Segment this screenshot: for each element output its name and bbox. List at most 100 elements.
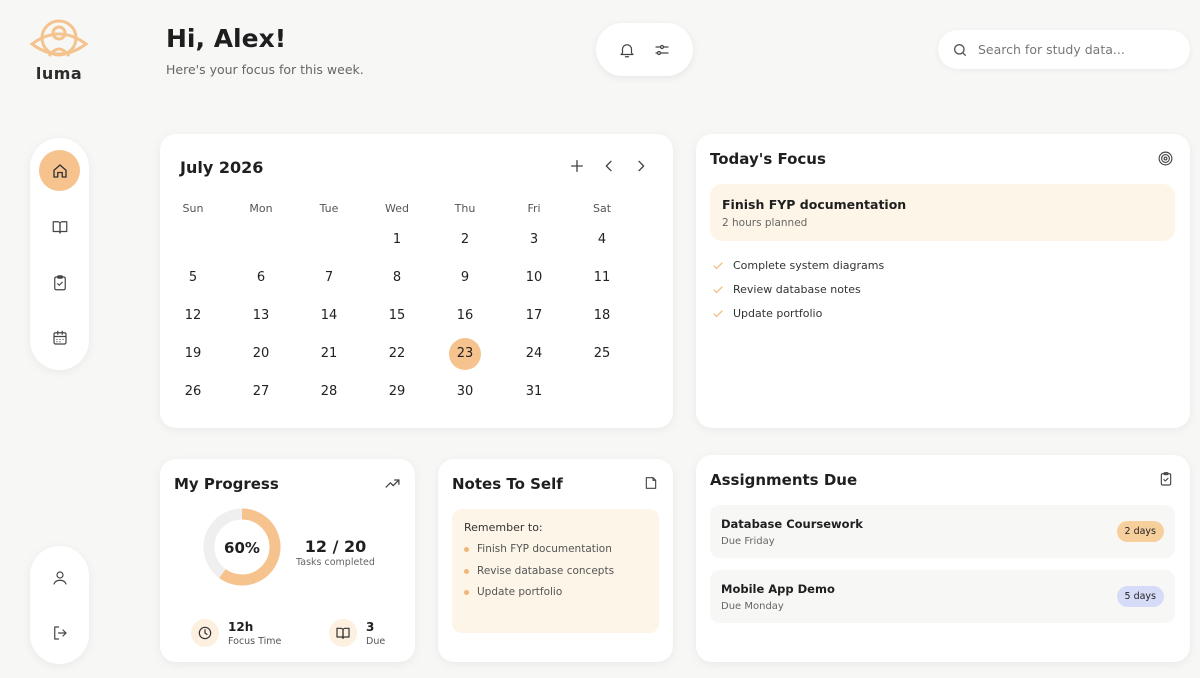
assignment-due: Due Friday — [721, 536, 775, 547]
calendar-day[interactable]: 31 — [518, 376, 550, 408]
calendar-day[interactable]: 30 — [449, 376, 481, 408]
chevron-right-icon[interactable] — [633, 158, 649, 174]
tasks-count: 12 / 20 — [304, 537, 367, 556]
clock-icon — [191, 619, 219, 647]
due-count-value: 3 — [366, 620, 375, 634]
calendar-day[interactable]: 28 — [313, 376, 345, 408]
notes-content[interactable]: Remember to: Finish FYP documentation Re… — [452, 509, 659, 633]
assignments-title: Assignments Due — [710, 471, 858, 489]
calendar-day[interactable]: 22 — [381, 338, 413, 370]
calendar-day[interactable]: 19 — [177, 338, 209, 370]
assignment-row[interactable]: Mobile App Demo Due Monday 5 days — [710, 570, 1175, 623]
calendar-day[interactable]: 5 — [177, 262, 209, 294]
calendar-day[interactable]: 16 — [449, 300, 481, 332]
progress-percent: 60% — [224, 539, 260, 557]
focus-item-label: Update portfolio — [733, 307, 823, 320]
focus-item[interactable]: Update portfolio — [712, 307, 822, 320]
calendar-day[interactable]: 1 — [381, 224, 413, 256]
calendar-day[interactable]: 10 — [518, 262, 550, 294]
weekday-label: Fri — [527, 202, 541, 215]
note-icon[interactable] — [643, 475, 659, 491]
check-icon — [713, 309, 723, 317]
logo: luma — [28, 18, 90, 83]
calendar-day[interactable]: 2 — [449, 224, 481, 256]
calendar-day-selected[interactable]: 23 — [449, 338, 481, 370]
focus-item-label: Review database notes — [733, 283, 861, 296]
sidebar-nav — [30, 138, 89, 370]
book-open-icon — [329, 619, 357, 647]
calendar-day[interactable]: 20 — [245, 338, 277, 370]
note-item: Finish FYP documentation — [464, 543, 612, 555]
tasks-count-label: Tasks completed — [296, 557, 375, 568]
plus-icon[interactable] — [569, 158, 585, 174]
nav-logout[interactable] — [39, 612, 80, 653]
calendar-day[interactable]: 14 — [313, 300, 345, 332]
calendar-day[interactable]: 11 — [586, 262, 618, 294]
calendar-day[interactable]: 13 — [245, 300, 277, 332]
calendar-day[interactable]: 26 — [177, 376, 209, 408]
notes-title: Notes To Self — [452, 475, 563, 493]
focus-main-task-title: Finish FYP documentation — [722, 197, 907, 212]
focus-item[interactable]: Complete system diagrams — [712, 259, 884, 272]
weekday-label: Tue — [319, 202, 339, 215]
check-icon — [713, 285, 723, 293]
bullet-dot-icon — [464, 546, 469, 552]
calendar-day[interactable]: 18 — [586, 300, 618, 332]
filter-sliders-icon[interactable] — [653, 41, 671, 59]
calendar-day[interactable]: 3 — [518, 224, 550, 256]
nav-profile[interactable] — [39, 557, 80, 598]
search-input[interactable]: Search for study data... — [938, 30, 1190, 69]
search-icon — [952, 42, 968, 58]
nav-tasks[interactable] — [39, 262, 80, 303]
calendar-day[interactable]: 25 — [586, 338, 618, 370]
calendar-icon — [52, 330, 67, 345]
chevron-left-icon[interactable] — [601, 158, 617, 174]
progress-title: My Progress — [174, 475, 279, 493]
nav-courses[interactable] — [39, 206, 80, 247]
calendar-day[interactable]: 4 — [586, 224, 618, 256]
trending-up-icon — [384, 475, 401, 492]
page-subtitle: Here's your focus for this week. — [166, 62, 364, 77]
bullet-dot-icon — [464, 568, 469, 574]
bullet-dot-icon — [464, 589, 469, 595]
weekday-label: Sun — [182, 202, 204, 215]
page-title: Hi, Alex! — [166, 24, 287, 53]
note-item-label: Revise database concepts — [477, 565, 615, 577]
calendar-day[interactable]: 17 — [518, 300, 550, 332]
calendar-day[interactable]: 15 — [381, 300, 413, 332]
nav-home[interactable] — [39, 150, 80, 191]
brand-name: luma — [35, 64, 83, 83]
calendar-day[interactable]: 7 — [313, 262, 345, 294]
home-icon — [52, 163, 67, 178]
days-left-badge: 5 days — [1116, 586, 1164, 607]
luma-logo-icon — [29, 19, 89, 57]
calendar-card: July 2026 Sun Mon Tue Wed Thu Fri Sat 1 2 3 4 5 6 7 8 9… — [160, 134, 673, 428]
bell-icon[interactable] — [618, 41, 636, 59]
sidebar-account — [30, 546, 89, 664]
calendar-day[interactable]: 12 — [177, 300, 209, 332]
assignment-name: Database Coursework — [721, 517, 863, 531]
weekday-label: Sat — [592, 202, 612, 215]
calendar-day[interactable]: 8 — [381, 262, 413, 294]
assignment-row[interactable]: Database Coursework Due Friday 2 days — [710, 505, 1175, 558]
calendar-day[interactable]: 24 — [518, 338, 550, 370]
notes-card: Notes To Self Remember to: Finish FYP do… — [438, 459, 673, 662]
note-item-label: Update portfolio — [477, 586, 563, 598]
focus-title: Today's Focus — [710, 150, 826, 168]
nav-calendar[interactable] — [39, 317, 80, 358]
calendar-day[interactable]: 29 — [381, 376, 413, 408]
days-left-badge: 2 days — [1116, 521, 1164, 542]
calendar-day[interactable]: 21 — [313, 338, 345, 370]
focus-main-task[interactable]: Finish FYP documentation 2 hours planned — [710, 184, 1175, 241]
focus-item[interactable]: Review database notes — [712, 283, 861, 296]
clipboard-check-icon — [1158, 471, 1174, 487]
note-item: Revise database concepts — [464, 565, 614, 577]
header-actions — [596, 23, 693, 76]
calendar-day[interactable]: 9 — [449, 262, 481, 294]
check-icon — [713, 261, 723, 269]
calendar-day[interactable]: 6 — [245, 262, 277, 294]
calendar-day[interactable]: 27 — [245, 376, 277, 408]
search-placeholder: Search for study data... — [978, 42, 1125, 57]
note-item: Update portfolio — [464, 586, 562, 598]
note-item-label: Finish FYP documentation — [477, 543, 612, 555]
